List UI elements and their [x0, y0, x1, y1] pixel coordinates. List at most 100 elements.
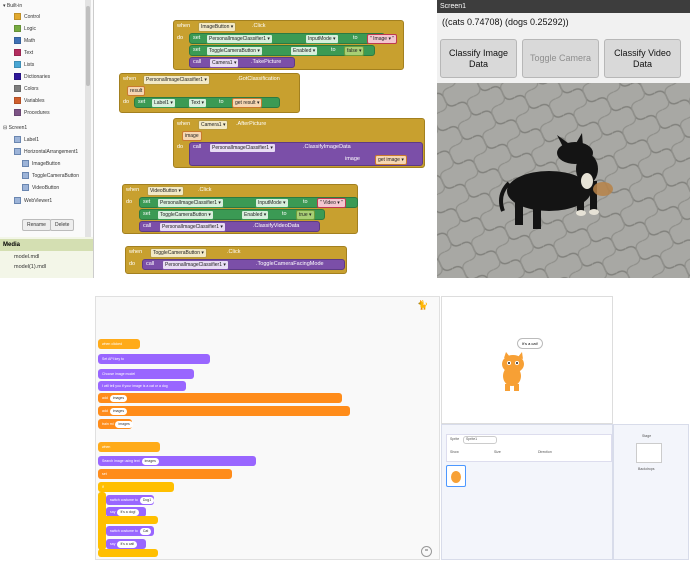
boolean-dropdown[interactable]: true ▾ [296, 210, 315, 220]
if-block-arm [98, 516, 158, 524]
component-dropdown[interactable]: PersonalImageClassifier1 ▾ [159, 222, 226, 232]
palette-item-logic[interactable]: Logic [14, 25, 36, 34]
component-icon [14, 148, 21, 156]
screen-tree-node[interactable]: ⊟ Screen1 [3, 124, 27, 133]
component-node[interactable]: ToggleCameraButton [22, 172, 79, 181]
component-dropdown[interactable]: Camera1 ▾ [198, 120, 229, 130]
scratch-block[interactable]: if [98, 482, 174, 492]
scratch-block[interactable]: Search image using text images [98, 456, 256, 466]
say-text-input[interactable]: It's a dog! [117, 508, 139, 516]
scratch-block[interactable]: say It's a cat! [106, 539, 146, 549]
classify-image-button[interactable]: Classify Image Data [440, 39, 517, 78]
scratch-block[interactable]: set [98, 469, 232, 479]
palette-item-math[interactable]: Math [14, 37, 35, 46]
value-dropdown[interactable]: " Video ▾ " [317, 198, 346, 208]
value-dropdown[interactable]: " Image ▾ " [367, 34, 398, 44]
component-dropdown[interactable]: ImageButton ▾ [198, 22, 237, 32]
scratch-block[interactable]: switch costume to Cat [106, 526, 154, 536]
media-file[interactable]: model(1).mdl [14, 264, 46, 270]
media-header: Media [0, 239, 93, 251]
classify-video-button[interactable]: Classify Video Data [604, 39, 681, 78]
component-dropdown[interactable]: PersonalImageClassifier1 ▾ [162, 260, 229, 270]
costume-dropdown[interactable]: Dog1 [139, 496, 155, 504]
set-label: set [138, 99, 146, 105]
scratch-block[interactable]: add images [98, 406, 350, 416]
stage-thumbnail[interactable] [636, 443, 662, 463]
label-dropdown[interactable]: images [115, 420, 133, 428]
palette-item-colors[interactable]: Colors [14, 85, 38, 94]
event-label: .GotClassification [237, 76, 280, 82]
category-swatch-icon [14, 25, 21, 33]
sprite-name-input[interactable]: Sprite1 [463, 436, 497, 444]
property-dropdown[interactable]: InputMode ▾ [305, 34, 339, 44]
call-label: call [143, 223, 152, 229]
scratch-stage[interactable]: It's a cat! [441, 296, 613, 424]
label-dropdown[interactable]: images [109, 394, 128, 402]
property-dropdown[interactable]: Text ▾ [188, 98, 208, 108]
scratch-block[interactable]: switch costume to Dog1 [106, 495, 155, 505]
builtin-tree-header[interactable]: ▾ Built-in [3, 2, 22, 11]
boolean-dropdown[interactable]: false ▾ [344, 46, 365, 56]
stage-panel[interactable]: Stage Backdrops [613, 424, 689, 560]
palette-scrollbar-thumb[interactable] [86, 6, 90, 86]
direction-label: Direction [538, 450, 552, 454]
component-dropdown[interactable]: ToggleCameraButton ▾ [157, 210, 214, 220]
component-dropdown[interactable]: PersonalImageClassifier1 ▾ [143, 75, 210, 85]
component-dropdown[interactable]: VideoButton ▾ [147, 186, 185, 196]
to-label: to [331, 47, 336, 53]
scratch-block[interactable]: when [98, 442, 160, 452]
palette-item-variables[interactable]: Variables [14, 97, 44, 106]
component-node[interactable]: ImageButton [22, 160, 60, 169]
when-label: when [177, 23, 191, 29]
scratch-block[interactable]: I will tell you if your image is a cat o… [98, 381, 186, 391]
component-dropdown[interactable]: PersonalImageClassifier1 ▾ [157, 198, 224, 208]
component-dropdown[interactable]: PersonalImageClassifier1 ▾ [206, 34, 273, 44]
category-swatch-icon [14, 85, 21, 93]
set-label: set [143, 211, 151, 217]
component-dropdown[interactable]: PersonalImageClassifier1 ▾ [209, 143, 276, 153]
component-dropdown[interactable]: Label1 ▾ [151, 98, 176, 108]
palette-item-dictionaries[interactable]: Dictionaries [14, 73, 50, 82]
component-dropdown[interactable]: Camera1 ▾ [209, 58, 240, 68]
event-parameter[interactable]: image [182, 131, 202, 141]
category-swatch-icon [14, 109, 21, 117]
palette-item-control[interactable]: Control [14, 13, 40, 22]
event-label: .Click [252, 23, 266, 29]
scratch-block[interactable]: Choose image model [98, 369, 194, 379]
palette-item-lists[interactable]: Lists [14, 61, 34, 70]
component-dropdown[interactable]: ToggleCameraButton ▾ [150, 248, 207, 258]
set-label: set [193, 47, 201, 53]
speech-bubble: It's a cat! [517, 338, 543, 349]
component-node[interactable]: HorizontalArrangement1 [14, 148, 78, 157]
screen-title-bar: Screen1 [437, 0, 690, 13]
scratch-block[interactable]: train ml images [98, 419, 133, 429]
scratch-block[interactable]: add images [98, 393, 342, 403]
property-dropdown[interactable]: InputMode ▾ [255, 198, 289, 208]
costume-dropdown[interactable]: Cat [139, 527, 152, 535]
component-node[interactable]: WebViewer1 [14, 197, 52, 206]
component-node[interactable]: VideoButton [22, 184, 59, 193]
property-dropdown[interactable]: Enabled ▾ [241, 210, 270, 220]
to-label: to [353, 35, 358, 41]
sprite-thumbnail[interactable] [446, 465, 466, 487]
component-dropdown[interactable]: ToggleCameraButton ▾ [206, 46, 263, 56]
zoom-reset-icon[interactable]: = [421, 546, 432, 557]
toggle-camera-button[interactable]: Toggle Camera [522, 39, 599, 78]
component-node[interactable]: Label1 [14, 136, 39, 145]
method-label: .ToggleCameraFacingMode [256, 261, 324, 267]
get-block[interactable]: get result ▾ [232, 98, 263, 108]
scratch-block[interactable]: when clicked [98, 339, 140, 349]
delete-button[interactable]: Delete [50, 219, 75, 231]
label-dropdown[interactable]: images [141, 457, 159, 465]
component-icon [22, 172, 29, 180]
event-parameter[interactable]: result [127, 86, 146, 96]
palette-item-procedures[interactable]: Procedures [14, 109, 50, 118]
label-dropdown[interactable]: images [109, 407, 128, 415]
rename-button[interactable]: Rename [22, 219, 51, 231]
say-text-input[interactable]: It's a cat! [117, 540, 138, 548]
get-block[interactable]: get image ▾ [375, 155, 407, 165]
media-file[interactable]: model.mdl [14, 254, 39, 260]
palette-item-text[interactable]: Text [14, 49, 33, 58]
property-dropdown[interactable]: Enabled ▾ [290, 46, 319, 56]
scratch-block[interactable]: Set API key to [98, 354, 210, 364]
